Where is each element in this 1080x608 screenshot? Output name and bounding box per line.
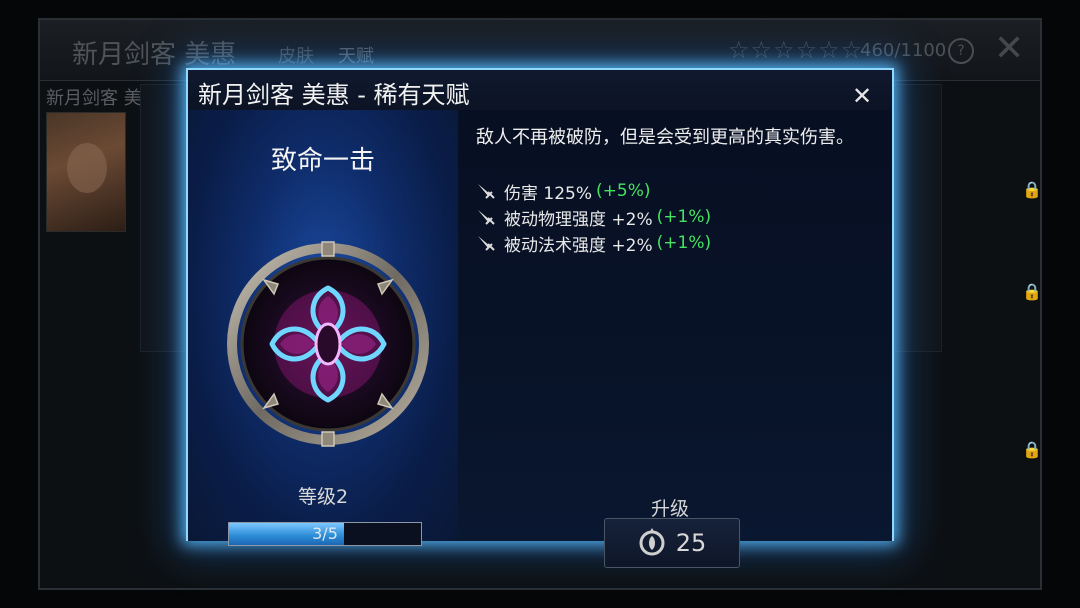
talent-dialog: 新月剑客 美惠 - 稀有天赋 ✕ 致命一击 等级2 3/5 敌人不再被破防，但是… bbox=[186, 68, 894, 568]
stat-bonus: (+5%) bbox=[596, 181, 651, 201]
mastery-points: 460/1100 bbox=[860, 40, 947, 61]
stat-damage: 伤害 125% (+5%) bbox=[476, 178, 711, 204]
talent-description: 敌人不再被破防，但是会受到更高的真实伤害。 bbox=[476, 127, 854, 148]
stat-bonus: (+1%) bbox=[656, 207, 712, 227]
stat-list: 伤害 125% (+5%) 被动物理强度 +2% (+1%) 被动法术强度 +2… bbox=[476, 178, 711, 256]
stat-passive-magic: 被动法术强度 +2% (+1%) bbox=[476, 230, 711, 256]
talent-gem-icon bbox=[639, 528, 665, 556]
dialog-title: 新月剑客 美惠 - 稀有天赋 bbox=[198, 81, 470, 109]
talent-detail-pane: 敌人不再被破防，但是会受到更高的真实伤害。 伤害 125% (+5%) 被动物理… bbox=[458, 110, 892, 568]
upgrade-cost: 25 bbox=[675, 529, 707, 557]
upgrade-label: 升级 bbox=[650, 498, 689, 520]
hero-portrait[interactable] bbox=[46, 112, 126, 232]
sword-icon bbox=[478, 236, 495, 251]
lock-icon: 🔒 bbox=[1022, 180, 1042, 199]
stat-passive-physical: 被动物理强度 +2% (+1%) bbox=[476, 204, 711, 230]
stat-label: 伤害 125% bbox=[504, 183, 593, 204]
progress-text: 3/5 bbox=[312, 524, 338, 543]
tab-skin[interactable]: 皮肤 bbox=[278, 42, 314, 68]
sword-icon bbox=[478, 184, 495, 199]
lock-icon: 🔒 bbox=[1022, 440, 1042, 459]
rating-stars: ☆☆☆☆☆☆ bbox=[728, 36, 864, 64]
stat-bonus: (+1%) bbox=[656, 233, 712, 253]
tab-talent[interactable]: 天赋 bbox=[338, 42, 374, 68]
dialog-header: 新月剑客 美惠 - 稀有天赋 ✕ bbox=[188, 70, 892, 111]
stat-label: 被动法术强度 +2% bbox=[504, 235, 653, 256]
talent-level: 等级2 bbox=[297, 486, 349, 508]
background-hero-title: 新月剑客 美惠 bbox=[72, 40, 237, 70]
level-progress-bar: 3/5 bbox=[228, 522, 422, 546]
talent-emblem-icon bbox=[220, 236, 436, 452]
help-icon[interactable]: ? bbox=[948, 38, 974, 64]
stat-label: 被动物理强度 +2% bbox=[504, 209, 653, 230]
talent-name: 致命一击 bbox=[270, 146, 375, 176]
talent-summary-pane: 致命一击 等级2 3/5 bbox=[188, 110, 458, 546]
close-icon[interactable]: ✕ bbox=[850, 84, 874, 108]
sword-icon bbox=[478, 210, 495, 225]
lock-icon: 🔒 bbox=[1022, 282, 1042, 301]
background-close-icon[interactable]: ✕ bbox=[994, 28, 1024, 69]
upgrade-button[interactable]: 25 bbox=[604, 518, 740, 568]
